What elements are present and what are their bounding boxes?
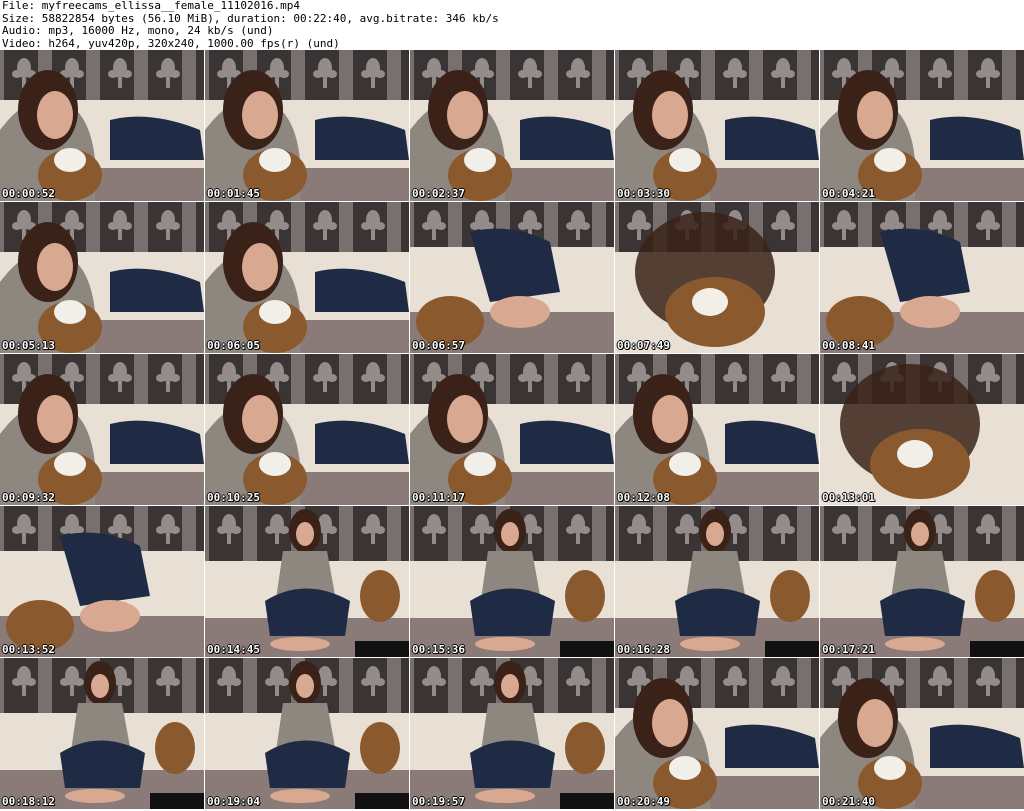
timestamp-label: 00:08:41 — [822, 339, 875, 352]
video-thumbnail: 00:15:36 — [410, 506, 614, 657]
thumbnail-image — [615, 50, 819, 201]
video-thumbnail: 00:09:32 — [0, 354, 204, 505]
audio-line: Audio: mp3, 16000 Hz, mono, 24 kb/s (und… — [2, 24, 274, 37]
thumbnail-grid: 00:00:52 00:01:45 00:02:37 00:03:30 00:0… — [0, 50, 1024, 811]
timestamp-label: 00:12:08 — [617, 491, 670, 504]
thumbnail-image — [205, 354, 409, 505]
video-thumbnail: 00:17:21 — [820, 506, 1024, 657]
video-line: Video: h264, yuv420p, 320x240, 1000.00 f… — [2, 36, 340, 50]
video-thumbnail: 00:05:13 — [0, 202, 204, 353]
thumbnail-image — [410, 202, 614, 353]
timestamp-label: 00:14:45 — [207, 643, 260, 656]
video-thumbnail: 00:06:57 — [410, 202, 614, 353]
thumbnail-image — [410, 50, 614, 201]
timestamp-label: 00:06:57 — [412, 339, 465, 352]
timestamp-label: 00:05:13 — [2, 339, 55, 352]
video-thumbnail: 00:02:37 — [410, 50, 614, 201]
timestamp-label: 00:13:52 — [2, 643, 55, 656]
video-thumbnail: 00:06:05 — [205, 202, 409, 353]
video-thumbnail: 00:16:28 — [615, 506, 819, 657]
video-thumbnail: 00:00:52 — [0, 50, 204, 201]
video-thumbnail: 00:13:01 — [820, 354, 1024, 505]
file-name-line: File: myfreecams_ellissa__female_1110201… — [2, 0, 301, 12]
video-thumbnail: 00:14:45 — [205, 506, 409, 657]
video-thumbnail: 00:19:04 — [205, 658, 409, 809]
thumbnail-image — [410, 658, 614, 809]
video-thumbnail: 00:19:57 — [410, 658, 614, 809]
video-thumbnail: 00:21:40 — [820, 658, 1024, 809]
video-thumbnail: 00:11:17 — [410, 354, 614, 505]
file-info-header: File: myfreecams_ellissa__female_1110201… — [2, 0, 499, 50]
thumbnail-image — [0, 50, 204, 201]
video-thumbnail: 00:13:52 — [0, 506, 204, 657]
video-thumbnail: 00:01:45 — [205, 50, 409, 201]
timestamp-label: 00:10:25 — [207, 491, 260, 504]
video-thumbnail: 00:10:25 — [205, 354, 409, 505]
video-thumbnail: 00:20:49 — [615, 658, 819, 809]
video-thumbnail: 00:18:12 — [0, 658, 204, 809]
timestamp-label: 00:04:21 — [822, 187, 875, 200]
video-thumbnail: 00:12:08 — [615, 354, 819, 505]
timestamp-label: 00:21:40 — [822, 795, 875, 808]
timestamp-label: 00:03:30 — [617, 187, 670, 200]
timestamp-label: 00:17:21 — [822, 643, 875, 656]
thumbnail-image — [615, 658, 819, 809]
timestamp-label: 00:01:45 — [207, 187, 260, 200]
video-thumbnail: 00:04:21 — [820, 50, 1024, 201]
thumbnail-image — [205, 506, 409, 657]
thumbnail-image — [820, 658, 1024, 809]
timestamp-label: 00:13:01 — [822, 491, 875, 504]
thumbnail-image — [0, 658, 204, 809]
video-thumbnail: 00:03:30 — [615, 50, 819, 201]
timestamp-label: 00:02:37 — [412, 187, 465, 200]
thumbnail-image — [615, 506, 819, 657]
thumbnail-image — [0, 354, 204, 505]
timestamp-label: 00:09:32 — [2, 491, 55, 504]
timestamp-label: 00:19:04 — [207, 795, 260, 808]
timestamp-label: 00:16:28 — [617, 643, 670, 656]
thumbnail-image — [410, 354, 614, 505]
thumbnail-image — [615, 202, 819, 353]
timestamp-label: 00:06:05 — [207, 339, 260, 352]
timestamp-label: 00:07:49 — [617, 339, 670, 352]
thumbnail-image — [205, 202, 409, 353]
timestamp-label: 00:18:12 — [2, 795, 55, 808]
timestamp-label: 00:00:52 — [2, 187, 55, 200]
thumbnail-image — [820, 354, 1024, 505]
thumbnail-image — [205, 50, 409, 201]
timestamp-label: 00:19:57 — [412, 795, 465, 808]
thumbnail-image — [0, 506, 204, 657]
video-thumbnail: 00:07:49 — [615, 202, 819, 353]
thumbnail-image — [820, 50, 1024, 201]
thumbnail-image — [205, 658, 409, 809]
thumbnail-image — [410, 506, 614, 657]
timestamp-label: 00:15:36 — [412, 643, 465, 656]
thumbnail-image — [0, 202, 204, 353]
video-thumbnail: 00:08:41 — [820, 202, 1024, 353]
thumbnail-image — [820, 506, 1024, 657]
timestamp-label: 00:11:17 — [412, 491, 465, 504]
timestamp-label: 00:20:49 — [617, 795, 670, 808]
thumbnail-image — [820, 202, 1024, 353]
thumbnail-image — [615, 354, 819, 505]
